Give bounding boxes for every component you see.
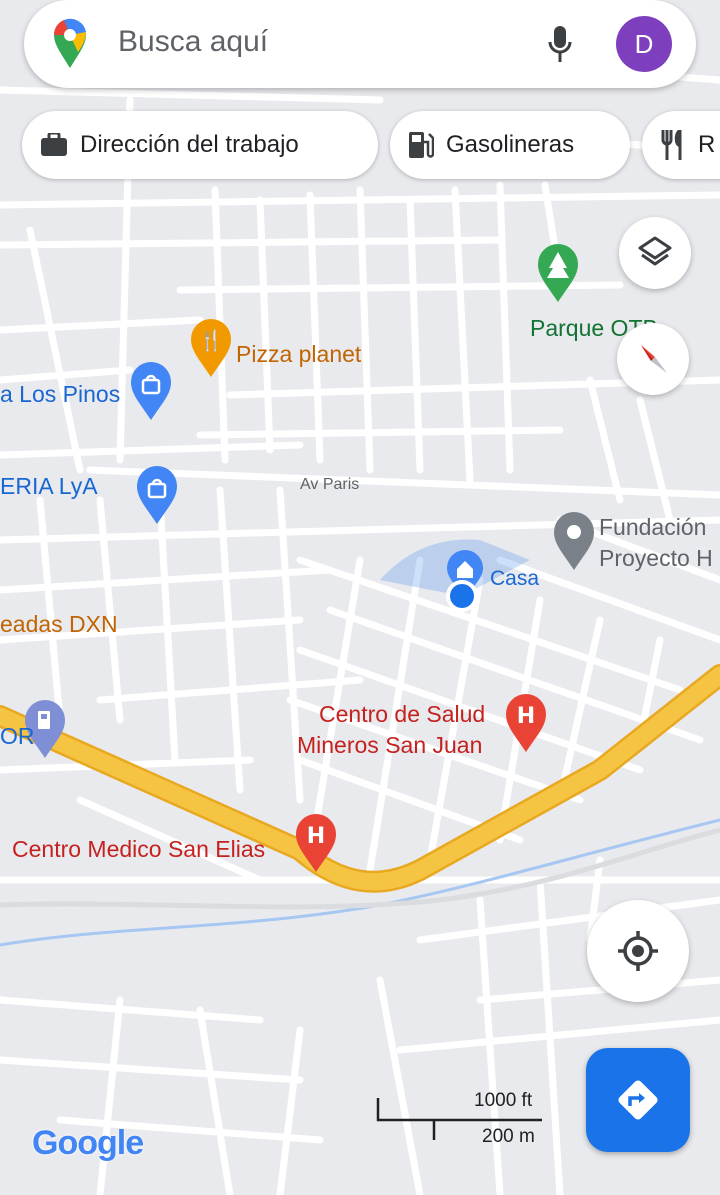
poi-label-fundacion-line1[interactable]: Fundación	[599, 513, 706, 542]
poi-label-pizza[interactable]: Pizza planet	[236, 340, 361, 369]
directions-button[interactable]	[586, 1048, 690, 1152]
chip-work-address-label: Dirección del trabajo	[80, 131, 299, 158]
street-label-av-paris: Av Paris	[300, 476, 360, 493]
chip-restaurants-label: R	[698, 131, 716, 158]
poi-label-casa[interactable]: Casa	[490, 566, 539, 592]
google-logo: Google	[32, 1124, 144, 1163]
compass-icon	[641, 345, 667, 373]
search-input[interactable]: Busca aquí	[118, 25, 268, 59]
directions-icon	[618, 1080, 658, 1120]
poi-label-gas-station[interactable]: OR	[0, 722, 35, 751]
chip-work-address[interactable]: Dirección del trabajo	[22, 111, 378, 179]
microphone-icon[interactable]	[548, 26, 572, 64]
poi-label-salud-line1[interactable]: Centro de Salud	[319, 700, 485, 729]
chip-restaurants[interactable]: R	[642, 111, 720, 179]
layers-icon	[638, 236, 672, 266]
restaurant-icon	[661, 130, 682, 160]
scale-meters-label: 200 m	[482, 1126, 535, 1147]
svg-text:🍴: 🍴	[199, 328, 224, 352]
map-canvas[interactable]: 🍴 H H	[0, 0, 720, 1195]
chip-gas-stations[interactable]: Gasolineras	[390, 111, 630, 179]
poi-label-fundacion-line2[interactable]: Proyecto H	[599, 544, 713, 573]
layers-button[interactable]	[619, 217, 691, 289]
search-bar[interactable]: Busca aquí D	[24, 0, 696, 88]
svg-text:H: H	[307, 824, 325, 849]
gas-station-icon	[409, 132, 434, 158]
scale-feet-label: 1000 ft	[474, 1090, 533, 1111]
poi-label-pinos[interactable]: a Los Pinos	[0, 380, 120, 409]
compass-button[interactable]	[617, 323, 689, 395]
crosshair-icon	[618, 931, 658, 971]
briefcase-icon	[41, 133, 67, 156]
chip-gas-stations-label: Gasolineras	[446, 131, 575, 158]
poi-label-deadas[interactable]: eadas DXN	[0, 610, 118, 639]
poi-label-eria[interactable]: ERIA LyA	[0, 472, 98, 501]
my-location-button[interactable]	[587, 900, 689, 1002]
maps-logo-icon	[53, 18, 86, 68]
poi-label-medico[interactable]: Centro Medico San Elias	[12, 835, 265, 864]
account-avatar[interactable]: D	[616, 16, 672, 72]
google-logo-text: Google	[32, 1124, 144, 1162]
svg-text:H: H	[517, 704, 535, 729]
poi-label-salud-line2[interactable]: Mineros San Juan	[297, 731, 482, 760]
